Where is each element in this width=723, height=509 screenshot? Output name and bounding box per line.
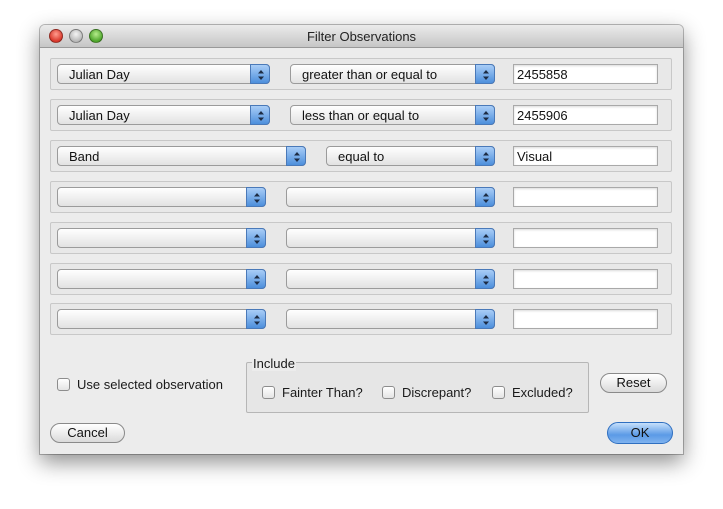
value-input[interactable] (513, 187, 658, 207)
include-group-title: Include (252, 356, 296, 371)
value-input[interactable] (513, 228, 658, 248)
value-input[interactable]: Visual (513, 146, 658, 166)
field-select[interactable]: Julian Day (57, 105, 270, 125)
updown-arrows-icon (475, 105, 495, 125)
field-select[interactable] (57, 309, 266, 329)
field-select-value: Julian Day (69, 108, 130, 123)
updown-arrows-icon (475, 187, 495, 207)
filter-row: Julian Day less than or equal to 2455906 (50, 99, 672, 131)
title-bar: Filter Observations (40, 25, 683, 48)
use-selected-label[interactable]: Use selected observation (77, 377, 223, 392)
operator-select[interactable] (286, 187, 495, 207)
operator-select[interactable]: greater than or equal to (290, 64, 495, 84)
updown-arrows-icon (475, 146, 495, 166)
updown-arrows-icon (475, 309, 495, 329)
cancel-button[interactable]: Cancel (50, 423, 125, 443)
operator-select[interactable] (286, 269, 495, 289)
filter-observations-dialog: Filter Observations Julian Day greater t… (40, 25, 683, 454)
value-input[interactable]: 2455858 (513, 64, 658, 84)
excluded-label[interactable]: Excluded? (512, 385, 573, 400)
discrepant-label[interactable]: Discrepant? (402, 385, 471, 400)
discrepant-checkbox[interactable] (382, 386, 395, 399)
fainter-than-label[interactable]: Fainter Than? (282, 385, 363, 400)
field-select[interactable] (57, 187, 266, 207)
updown-arrows-icon (250, 105, 270, 125)
updown-arrows-icon (286, 146, 306, 166)
field-select[interactable]: Julian Day (57, 64, 270, 84)
field-select-value: Band (69, 149, 100, 164)
operator-select-value: less than or equal to (302, 108, 420, 123)
value-input[interactable] (513, 309, 658, 329)
window-title: Filter Observations (306, 29, 417, 44)
filter-row (50, 303, 672, 335)
filter-row (50, 263, 672, 295)
updown-arrows-icon (475, 228, 495, 248)
field-select[interactable] (57, 269, 266, 289)
updown-arrows-icon (475, 269, 495, 289)
excluded-checkbox[interactable] (492, 386, 505, 399)
operator-select-value: equal to (338, 149, 385, 164)
updown-arrows-icon (246, 309, 266, 329)
filter-row (50, 222, 672, 254)
filter-row: Julian Day greater than or equal to 2455… (50, 58, 672, 90)
updown-arrows-icon (250, 64, 270, 84)
filter-row: Band equal to Visual (50, 140, 672, 172)
field-select[interactable]: Band (57, 146, 306, 166)
reset-button[interactable]: Reset (600, 373, 667, 393)
fainter-than-checkbox[interactable] (262, 386, 275, 399)
operator-select[interactable]: less than or equal to (290, 105, 495, 125)
updown-arrows-icon (246, 228, 266, 248)
value-input[interactable]: 2455906 (513, 105, 658, 125)
filter-row (50, 181, 672, 213)
operator-select[interactable] (286, 228, 495, 248)
operator-select[interactable]: equal to (326, 146, 495, 166)
operator-select-value: greater than or equal to (302, 67, 438, 82)
updown-arrows-icon (475, 64, 495, 84)
use-selected-checkbox[interactable] (57, 378, 70, 391)
field-select-value: Julian Day (69, 67, 130, 82)
operator-select[interactable] (286, 309, 495, 329)
field-select[interactable] (57, 228, 266, 248)
ok-button[interactable]: OK (607, 422, 673, 444)
value-input[interactable] (513, 269, 658, 289)
updown-arrows-icon (246, 187, 266, 207)
updown-arrows-icon (246, 269, 266, 289)
